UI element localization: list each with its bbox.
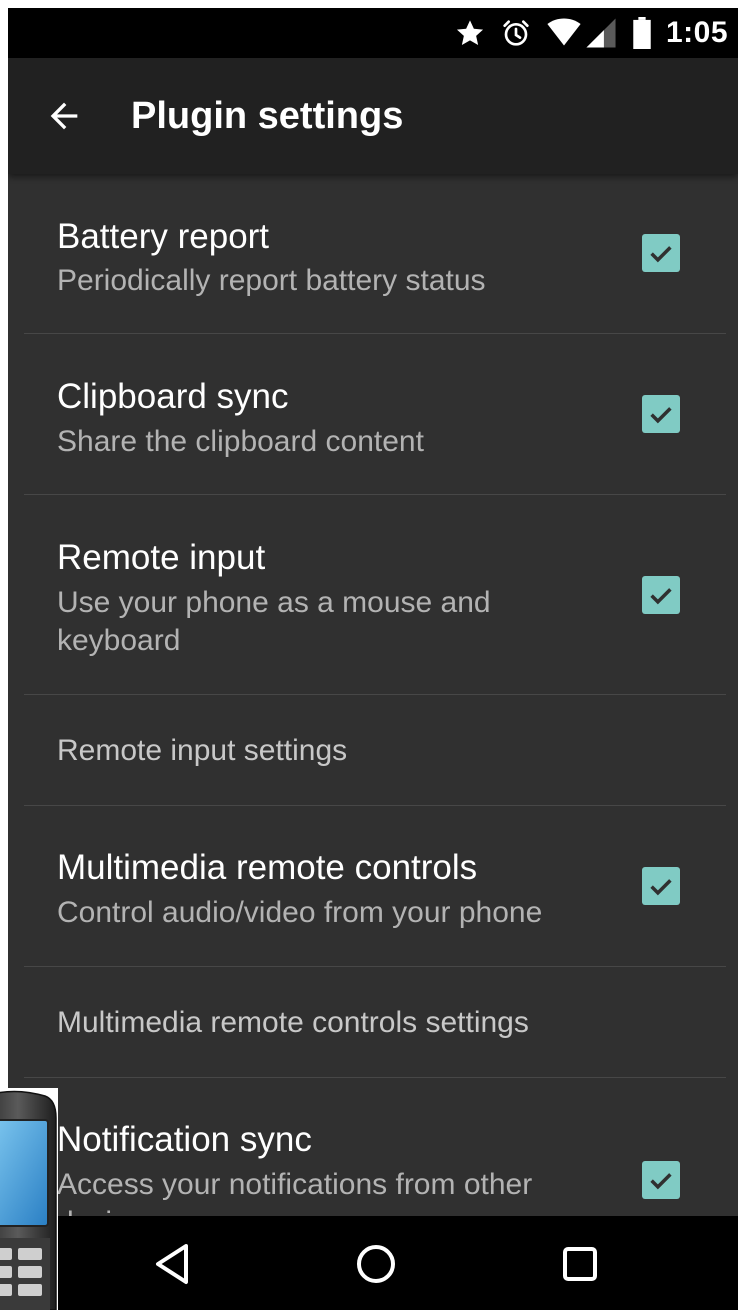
page-title: Plugin settings [131,95,404,137]
arrow-back-icon[interactable] [38,90,90,142]
phone-thumbnail-image [0,1088,58,1311]
pref-summary: Access your notifications from other dev… [57,1168,533,1216]
pref-remote-input[interactable]: Remote input Use your phone as a mouse a… [8,495,738,695]
status-icons: 1:05 [454,14,728,52]
clipboard-sync-checkbox[interactable] [642,395,680,433]
pref-title: Notification sync [57,1120,312,1159]
pref-multimedia-remote-controls[interactable]: Multimedia remote controls Control audio… [8,806,738,967]
multimedia-remote-controls-checkbox[interactable] [642,867,680,905]
battery-report-checkbox[interactable] [642,234,680,272]
status-time: 1:05 [665,16,728,49]
toolbar: Plugin settings [8,58,738,174]
pref-notification-sync[interactable]: Notification sync Access your notificati… [8,1078,738,1216]
battery-icon [632,17,652,49]
pref-summary: Share the clipboard content [57,425,424,458]
cell-signal-icon [584,17,618,49]
status-bar: 1:05 [8,8,738,58]
pref-clipboard-sync[interactable]: Clipboard sync Share the clipboard conte… [8,334,738,495]
navigation-bar [8,1216,738,1310]
pref-title: Clipboard sync [57,377,289,416]
android-screen: 1:05 Plugin settings Battery report Peri… [8,8,738,1310]
pref-multimedia-settings[interactable]: Multimedia remote controls settings [8,967,738,1078]
pref-battery-report[interactable]: Battery report Periodically report batte… [8,174,738,334]
preferences-list: Battery report Periodically report batte… [8,174,738,1216]
notification-sync-checkbox[interactable] [642,1161,680,1199]
pref-title: Battery report [57,217,270,256]
nav-recents-icon[interactable] [552,1236,608,1292]
star-icon [454,17,486,49]
wifi-icon [546,17,582,49]
nav-back-icon[interactable] [144,1236,200,1292]
pref-summary: Control audio/video from your phone [57,896,543,929]
nav-home-icon[interactable] [348,1236,404,1292]
pref-remote-input-settings[interactable]: Remote input settings [8,695,738,806]
alarm-icon [500,17,532,49]
pref-summary: Periodically report battery status [57,264,486,297]
pref-title: Remote input [57,538,266,577]
pref-title: Multimedia remote controls [57,848,478,887]
remote-input-checkbox[interactable] [642,576,680,614]
pref-title: Remote input settings [57,734,348,767]
pref-summary: Use your phone as a mouse and keyboard [57,586,491,657]
pref-title: Multimedia remote controls settings [57,1006,529,1039]
